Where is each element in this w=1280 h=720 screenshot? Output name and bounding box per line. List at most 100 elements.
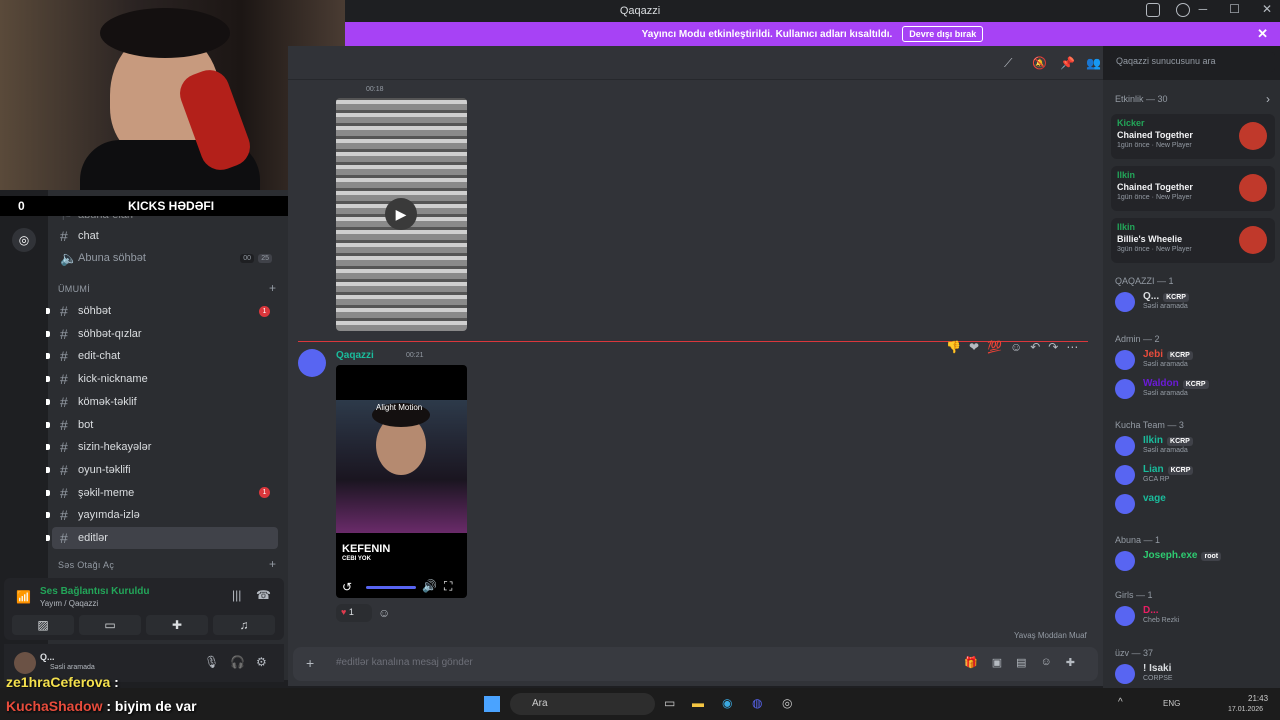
member-item[interactable]: Ilkin KCRP Səsli aramada xyxy=(1113,434,1273,460)
member-item[interactable]: D... Cheb Rezki xyxy=(1113,604,1273,630)
reply-icon[interactable]: ↶ xyxy=(1030,340,1040,354)
pin-icon[interactable]: 📌 xyxy=(1060,56,1075,70)
heart-reaction[interactable]: ♥ 1 xyxy=(336,604,372,622)
gif-icon[interactable]: ▣ xyxy=(992,656,1002,669)
sidebar-channel[interactable]: # edit-chat xyxy=(46,345,278,367)
activity-card[interactable]: Kicker Chained Together 1gün önce · New Pl… xyxy=(1111,114,1275,159)
sidebar-channel[interactable]: # kömək-təklif xyxy=(46,391,278,413)
reaction-thumbsdown-icon[interactable]: 👎 xyxy=(946,340,961,354)
sidebar-channel[interactable]: # yayımda-izlə xyxy=(46,504,278,526)
taskbar-search[interactable]: Ara xyxy=(510,693,655,715)
clock-time[interactable]: 21:43 xyxy=(1248,694,1268,703)
soundboard-button[interactable]: ♫ xyxy=(213,615,275,635)
settings-gear-icon[interactable]: ⚙ xyxy=(256,655,267,669)
add-attachment-icon[interactable]: + xyxy=(306,655,314,671)
sidebar-channel[interactable]: # kick-nickname xyxy=(46,368,278,390)
discord-icon[interactable]: ◍ xyxy=(752,696,762,710)
tray-chevron-icon[interactable]: ^ xyxy=(1118,697,1123,708)
member-name: Ilkin KCRP xyxy=(1143,435,1193,446)
add-reaction-button[interactable]: ☺ xyxy=(378,606,390,620)
voice-status[interactable]: Ses Bağlantısı Kuruldu xyxy=(40,586,149,597)
forward-icon[interactable]: ↷ xyxy=(1048,340,1058,354)
reaction-heart-icon[interactable]: ❤ xyxy=(969,340,979,354)
microphone-icon[interactable]: 🎙 xyxy=(204,655,219,669)
video-progress[interactable] xyxy=(366,586,416,589)
member-item[interactable]: vage xyxy=(1113,492,1273,518)
disable-streamer-mode-button[interactable]: Devre dışı bırak xyxy=(902,26,984,42)
task-view-icon[interactable]: ▭ xyxy=(664,696,675,710)
play-icon[interactable]: ▶ xyxy=(385,198,417,230)
activity-card[interactable]: Ilkin Billie's Wheelie 3gün önce · New Pla… xyxy=(1111,218,1275,263)
channel-abuna-sohbat[interactable]: 🔈 Abuna söhbət 00 25 xyxy=(52,247,278,269)
apps-icon[interactable]: ✚ xyxy=(1066,656,1075,669)
fullscreen-icon[interactable]: ⛶ xyxy=(444,579,452,594)
more-icon[interactable]: ⋯ xyxy=(1066,340,1078,354)
hash-icon: # xyxy=(60,530,68,546)
add-reaction-icon[interactable]: ☺ xyxy=(1010,340,1022,354)
sidebar-channel[interactable]: # şəkil-meme 1 xyxy=(46,482,278,504)
sidebar-channel[interactable]: # sizin-hekayələr xyxy=(46,436,278,458)
member-item[interactable]: Joseph.exe root xyxy=(1113,549,1273,575)
member-name: ! Isaki xyxy=(1143,663,1172,674)
add-channel-icon[interactable]: + xyxy=(269,281,276,295)
inbox-icon[interactable] xyxy=(1146,3,1160,17)
member-item[interactable]: ! Isaki CORPSE xyxy=(1113,662,1273,688)
member-status: Səsli aramada xyxy=(1143,303,1188,310)
emoji-icon[interactable]: ☺ xyxy=(1041,656,1052,669)
avatar[interactable] xyxy=(14,652,36,674)
edge-icon[interactable]: ◉ xyxy=(722,696,732,710)
category-umumi[interactable]: ÜMUMİ xyxy=(58,284,90,294)
hash-icon: # xyxy=(60,393,68,410)
member-list-icon[interactable]: 👥 xyxy=(1086,56,1101,70)
avatar xyxy=(1115,664,1135,684)
gift-icon[interactable]: 🎁 xyxy=(964,656,978,669)
reaction-extra-icon[interactable]: 💯 xyxy=(987,340,1002,354)
minimize-icon[interactable]: ─ xyxy=(1199,2,1208,16)
language-indicator[interactable]: ENG xyxy=(1163,699,1180,708)
mute-icon[interactable]: 🔕 xyxy=(1032,56,1047,70)
sidebar-channel[interactable]: # söhbət-qızlar xyxy=(46,323,278,345)
activity-card[interactable]: Ilkin Chained Together 1gün önce · New Pla… xyxy=(1111,166,1275,211)
discover-icon[interactable]: ◎ xyxy=(12,228,36,252)
disconnect-icon[interactable]: ☎ xyxy=(256,588,271,602)
app-icon[interactable]: ◎ xyxy=(782,696,792,710)
video-attachment-1[interactable]: ▶ xyxy=(336,98,467,331)
chevron-right-icon[interactable]: › xyxy=(1266,92,1270,106)
sidebar-channel[interactable]: # söhbət 1 xyxy=(46,300,278,322)
member-group-header: Admin — 2 xyxy=(1115,334,1160,344)
file-explorer-icon[interactable]: ▬ xyxy=(692,696,704,710)
screen-share-button[interactable]: ▭ xyxy=(79,615,141,635)
camera-off-button[interactable]: ▨ xyxy=(12,615,74,635)
member-item[interactable]: Waldon KCRP Səsli aramada xyxy=(1113,377,1273,403)
sidebar-channel[interactable]: # oyun-təklifi xyxy=(46,459,278,481)
member-tag: KCRP xyxy=(1167,466,1194,475)
unread-marker xyxy=(46,512,50,519)
threads-icon[interactable]: ⟋ xyxy=(1004,56,1012,71)
sticker-icon[interactable]: ▤ xyxy=(1016,656,1026,669)
video-attachment-2[interactable]: Alight Motion KEFENIN CEBI YOK ↺ 🔊 ⛶ xyxy=(336,365,467,598)
hash-icon: # xyxy=(60,325,68,342)
replay-icon[interactable]: ↺ xyxy=(342,580,352,594)
noise-suppression-icon[interactable]: ||| xyxy=(232,588,241,602)
channel-chat[interactable]: # chat xyxy=(52,225,278,247)
sidebar-channel[interactable]: # bot xyxy=(46,414,278,436)
activities-button[interactable]: ✚ xyxy=(146,615,208,635)
help-icon[interactable] xyxy=(1176,3,1190,17)
category-sas-otagi[interactable]: Səs Otağı Aç xyxy=(58,560,114,570)
add-voice-channel-icon[interactable]: + xyxy=(269,557,276,571)
kick-goal-label: KICKS HƏDƏFI xyxy=(128,199,215,213)
close-banner-icon[interactable]: ✕ xyxy=(1257,26,1268,42)
member-item[interactable]: Q... KCRP Səsli aramada xyxy=(1113,290,1273,316)
close-window-icon[interactable]: ✕ xyxy=(1262,2,1272,16)
clock-date[interactable]: 17.01.2026 xyxy=(1228,706,1263,713)
start-icon[interactable] xyxy=(484,696,500,712)
author-avatar[interactable] xyxy=(298,349,326,377)
headphones-icon[interactable]: 🎧 xyxy=(230,655,245,669)
author-name[interactable]: Qaqazzi xyxy=(336,350,374,361)
sidebar-channel[interactable]: # editlər xyxy=(46,527,278,549)
search-input[interactable]: Qaqazzi sunucusunu ara xyxy=(1110,52,1275,72)
maximize-icon[interactable]: ☐ xyxy=(1229,2,1240,16)
volume-icon[interactable]: 🔊 xyxy=(422,579,437,593)
member-item[interactable]: Lian KCRP GCA RP xyxy=(1113,463,1273,489)
member-item[interactable]: Jebi KCRP Səsli aramada xyxy=(1113,348,1273,374)
